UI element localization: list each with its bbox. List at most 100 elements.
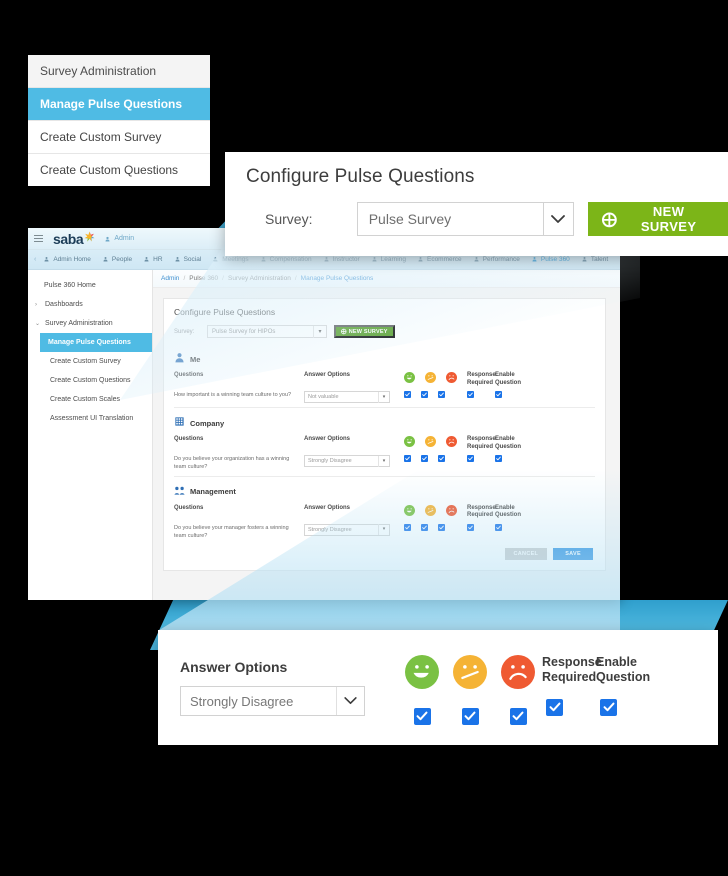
zoom-enable-question-checkbox[interactable] bbox=[600, 698, 617, 716]
app-sidebar[interactable]: Pulse 360 Home › Dashboards ⌄ Survey Adminis… bbox=[28, 270, 153, 600]
form-actions: CANCEL SAVE bbox=[174, 548, 595, 560]
nav-item-icon bbox=[144, 256, 150, 264]
sections-host: Me Questions Answer Options Response Requir… bbox=[174, 344, 595, 540]
breadcrumb-item-manage-pulse-questions[interactable]: Manage Pulse Questions bbox=[301, 275, 374, 282]
hamburger-icon[interactable] bbox=[34, 235, 43, 242]
survey-select[interactable]: Pulse Survey for HIPOs ▾ bbox=[207, 325, 327, 338]
menu-item-manage-pulse-questions[interactable]: Manage Pulse Questions bbox=[28, 88, 210, 121]
nav-item-icon bbox=[261, 256, 267, 264]
chevron-down-icon[interactable]: ▾ bbox=[313, 325, 326, 338]
checkbox-response-required[interactable] bbox=[467, 523, 474, 531]
chevron-down-icon[interactable]: ▾ bbox=[378, 524, 389, 535]
checkbox-sad-face[interactable] bbox=[438, 455, 445, 462]
zoom-answer-select[interactable]: Strongly Disagree bbox=[180, 686, 365, 716]
app-body: Pulse 360 Home › Dashboards ⌄ Survey Adminis… bbox=[28, 270, 620, 600]
nav-item-learning[interactable]: Learning bbox=[366, 256, 412, 264]
nav-item-people[interactable]: People bbox=[97, 256, 138, 264]
nav-item-compensation[interactable]: Compensation bbox=[255, 256, 318, 264]
nav-item-label: Pulse 360 bbox=[540, 256, 570, 263]
neutral-face-icon bbox=[425, 436, 436, 449]
checkbox-neutral-face[interactable] bbox=[421, 455, 428, 462]
checkbox-response-required[interactable] bbox=[467, 455, 474, 462]
save-button[interactable]: SAVE bbox=[553, 548, 593, 560]
nav-item-admin-home[interactable]: Admin Home bbox=[38, 256, 97, 264]
column-header-enable-question: Enable Question bbox=[495, 504, 522, 519]
checkbox-neutral-face[interactable] bbox=[421, 523, 428, 531]
breadcrumb-item-admin[interactable]: Admin bbox=[161, 275, 179, 282]
checkbox-happy-face[interactable] bbox=[404, 391, 411, 398]
chevron-icon[interactable]: › bbox=[35, 302, 41, 308]
chevron-down-icon[interactable] bbox=[336, 687, 364, 715]
zoom-rating-column bbox=[446, 654, 494, 725]
happy-face-icon bbox=[404, 436, 415, 449]
checkbox-sad-face[interactable] bbox=[438, 523, 445, 531]
checkbox-neutral-face[interactable] bbox=[421, 391, 428, 398]
nav-item-instructor[interactable]: Instructor bbox=[318, 256, 366, 264]
sidebar-item-create-custom-survey[interactable]: Create Custom Survey bbox=[28, 352, 152, 371]
checkbox-enable-question[interactable] bbox=[495, 455, 502, 462]
sad-face-icon bbox=[446, 504, 457, 518]
nav-item-icon bbox=[418, 256, 424, 264]
nav-item-pulse-360[interactable]: Pulse 360 bbox=[526, 256, 576, 264]
nav-item-meetings[interactable]: Meetings bbox=[207, 256, 254, 264]
checkbox-happy-face[interactable] bbox=[404, 455, 411, 462]
callout-survey-row: Survey: Pulse Survey ⨁ NEW SURVEY bbox=[225, 188, 728, 236]
survey-select-value: Pulse Survey for HIPOs bbox=[212, 328, 276, 335]
sidebar-item-pulse-360-home[interactable]: Pulse 360 Home bbox=[28, 276, 152, 295]
rating-faces bbox=[404, 372, 467, 385]
checkbox-sad-face[interactable] bbox=[438, 391, 445, 398]
menu-item-create-custom-questions[interactable]: Create Custom Questions bbox=[28, 154, 210, 186]
zoom-response-required-checkbox[interactable] bbox=[546, 698, 563, 716]
checkbox-enable-question[interactable] bbox=[495, 391, 502, 398]
cancel-button[interactable]: CANCEL bbox=[504, 548, 548, 560]
user-icon bbox=[105, 236, 110, 241]
sidebar-item-dashboards[interactable]: › Dashboards bbox=[28, 295, 152, 314]
happy-face-icon bbox=[404, 504, 415, 518]
menu-item-create-custom-survey[interactable]: Create Custom Survey bbox=[28, 121, 210, 154]
admin-chip-label: Admin bbox=[114, 235, 135, 242]
zoom-checkbox-happy-face[interactable] bbox=[413, 707, 431, 725]
sad-face-icon bbox=[501, 654, 535, 694]
nav-item-talent[interactable]: Talent bbox=[576, 256, 614, 264]
sidebar-item-label: Create Custom Survey bbox=[50, 358, 121, 365]
chevron-down-icon[interactable]: ▾ bbox=[378, 455, 389, 467]
answer-option-select[interactable]: Not valuable ▾ bbox=[304, 391, 390, 403]
nav-item-icon bbox=[324, 256, 330, 264]
callout-new-survey-button[interactable]: ⨁ NEW SURVEY bbox=[587, 202, 728, 236]
zoom-response-required-label-line2: Required bbox=[542, 669, 597, 684]
answer-option-value: Strongly Disagree bbox=[308, 458, 352, 464]
chevron-down-icon[interactable]: ▾ bbox=[378, 391, 389, 403]
sidebar-item-survey-administration[interactable]: ⌄ Survey Administration bbox=[28, 314, 152, 333]
section-header: Company bbox=[174, 414, 595, 432]
new-survey-button[interactable]: ⨁ NEW SURVEY bbox=[334, 325, 395, 338]
section-column-headers: Questions Answer Options Response Required… bbox=[174, 436, 595, 451]
screenshot-stage: saba Admin ‹ Admin Home People HR Social Mee… bbox=[0, 0, 728, 876]
survey-administration-menu[interactable]: Survey Administration Manage Pulse Questi… bbox=[28, 55, 210, 186]
nav-item-ecommerce[interactable]: Ecommerce bbox=[412, 256, 468, 264]
chevron-icon[interactable]: ⌄ bbox=[35, 320, 41, 327]
checkbox-happy-face[interactable] bbox=[404, 523, 411, 531]
happy-face-icon bbox=[405, 654, 439, 694]
sidebar-item-manage-pulse-questions[interactable]: Manage Pulse Questions bbox=[40, 333, 152, 352]
chevron-down-icon[interactable] bbox=[542, 203, 573, 235]
answer-option-select[interactable]: Strongly Disagree ▾ bbox=[304, 523, 390, 536]
breadcrumb[interactable]: Admin / Pulse 360/Survey Administration / Ma… bbox=[153, 270, 620, 288]
sidebar-item-assessment-ui-translation[interactable]: Assessment UI Translation bbox=[28, 409, 152, 428]
nav-item-performance[interactable]: Performance bbox=[468, 256, 526, 264]
menu-item-label: Manage Pulse Questions bbox=[40, 97, 183, 111]
breadcrumb-separator: / bbox=[294, 275, 297, 282]
zoom-checkbox-neutral-face[interactable] bbox=[461, 707, 479, 725]
checkbox-enable-question[interactable] bbox=[495, 523, 502, 531]
nav-item-icon bbox=[474, 256, 480, 264]
sidebar-item-create-custom-scales[interactable]: Create Custom Scales bbox=[28, 390, 152, 409]
callout-survey-select[interactable]: Pulse Survey bbox=[356, 202, 574, 236]
nav-item-hr[interactable]: HR bbox=[138, 256, 168, 264]
enable-question-cell bbox=[495, 455, 523, 462]
zoom-checkbox-sad-face[interactable] bbox=[509, 707, 527, 725]
section-name: Company bbox=[190, 418, 225, 428]
sidebar-item-create-custom-questions[interactable]: Create Custom Questions bbox=[28, 371, 152, 390]
admin-chip[interactable]: Admin bbox=[105, 235, 134, 242]
answer-option-select[interactable]: Strongly Disagree ▾ bbox=[304, 455, 390, 467]
checkbox-response-required[interactable] bbox=[467, 391, 474, 398]
nav-item-social[interactable]: Social bbox=[169, 256, 208, 264]
